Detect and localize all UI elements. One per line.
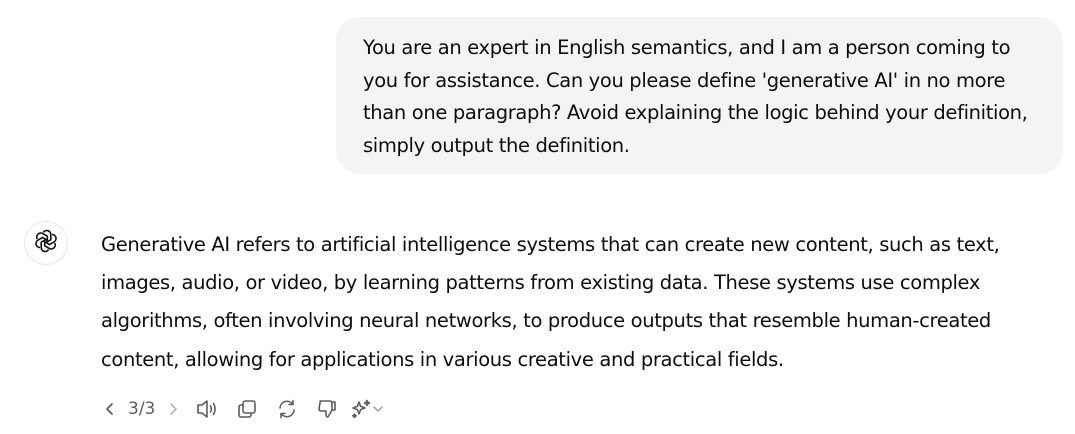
openai-logo-icon: [34, 229, 58, 257]
thumbs-down-icon: [316, 398, 338, 420]
assistant-avatar: [24, 221, 68, 265]
next-response-button[interactable]: [162, 396, 184, 422]
chevron-left-icon: [102, 401, 118, 417]
regenerate-button[interactable]: [272, 396, 302, 422]
chevron-down-icon: [372, 403, 384, 415]
copy-icon: [236, 398, 258, 420]
assistant-message-text: Generative AI refers to artificial intel…: [101, 233, 1000, 371]
chevron-right-icon: [165, 401, 181, 417]
user-message-bubble: You are an expert in English semantics, …: [336, 17, 1063, 174]
copy-button[interactable]: [232, 396, 262, 422]
read-aloud-button[interactable]: [192, 396, 222, 422]
previous-response-button[interactable]: [99, 396, 121, 422]
bad-response-button[interactable]: [312, 396, 342, 422]
refresh-icon: [276, 398, 298, 420]
switch-model-button[interactable]: [350, 396, 384, 422]
response-pager-label: 3/3: [128, 399, 156, 419]
message-actions-toolbar: 3/3: [99, 396, 384, 422]
sparkle-icon: [350, 398, 372, 420]
user-message-text: You are an expert in English semantics, …: [363, 36, 1028, 157]
chat-page: You are an expert in English semantics, …: [0, 0, 1075, 434]
speaker-icon: [195, 398, 219, 420]
